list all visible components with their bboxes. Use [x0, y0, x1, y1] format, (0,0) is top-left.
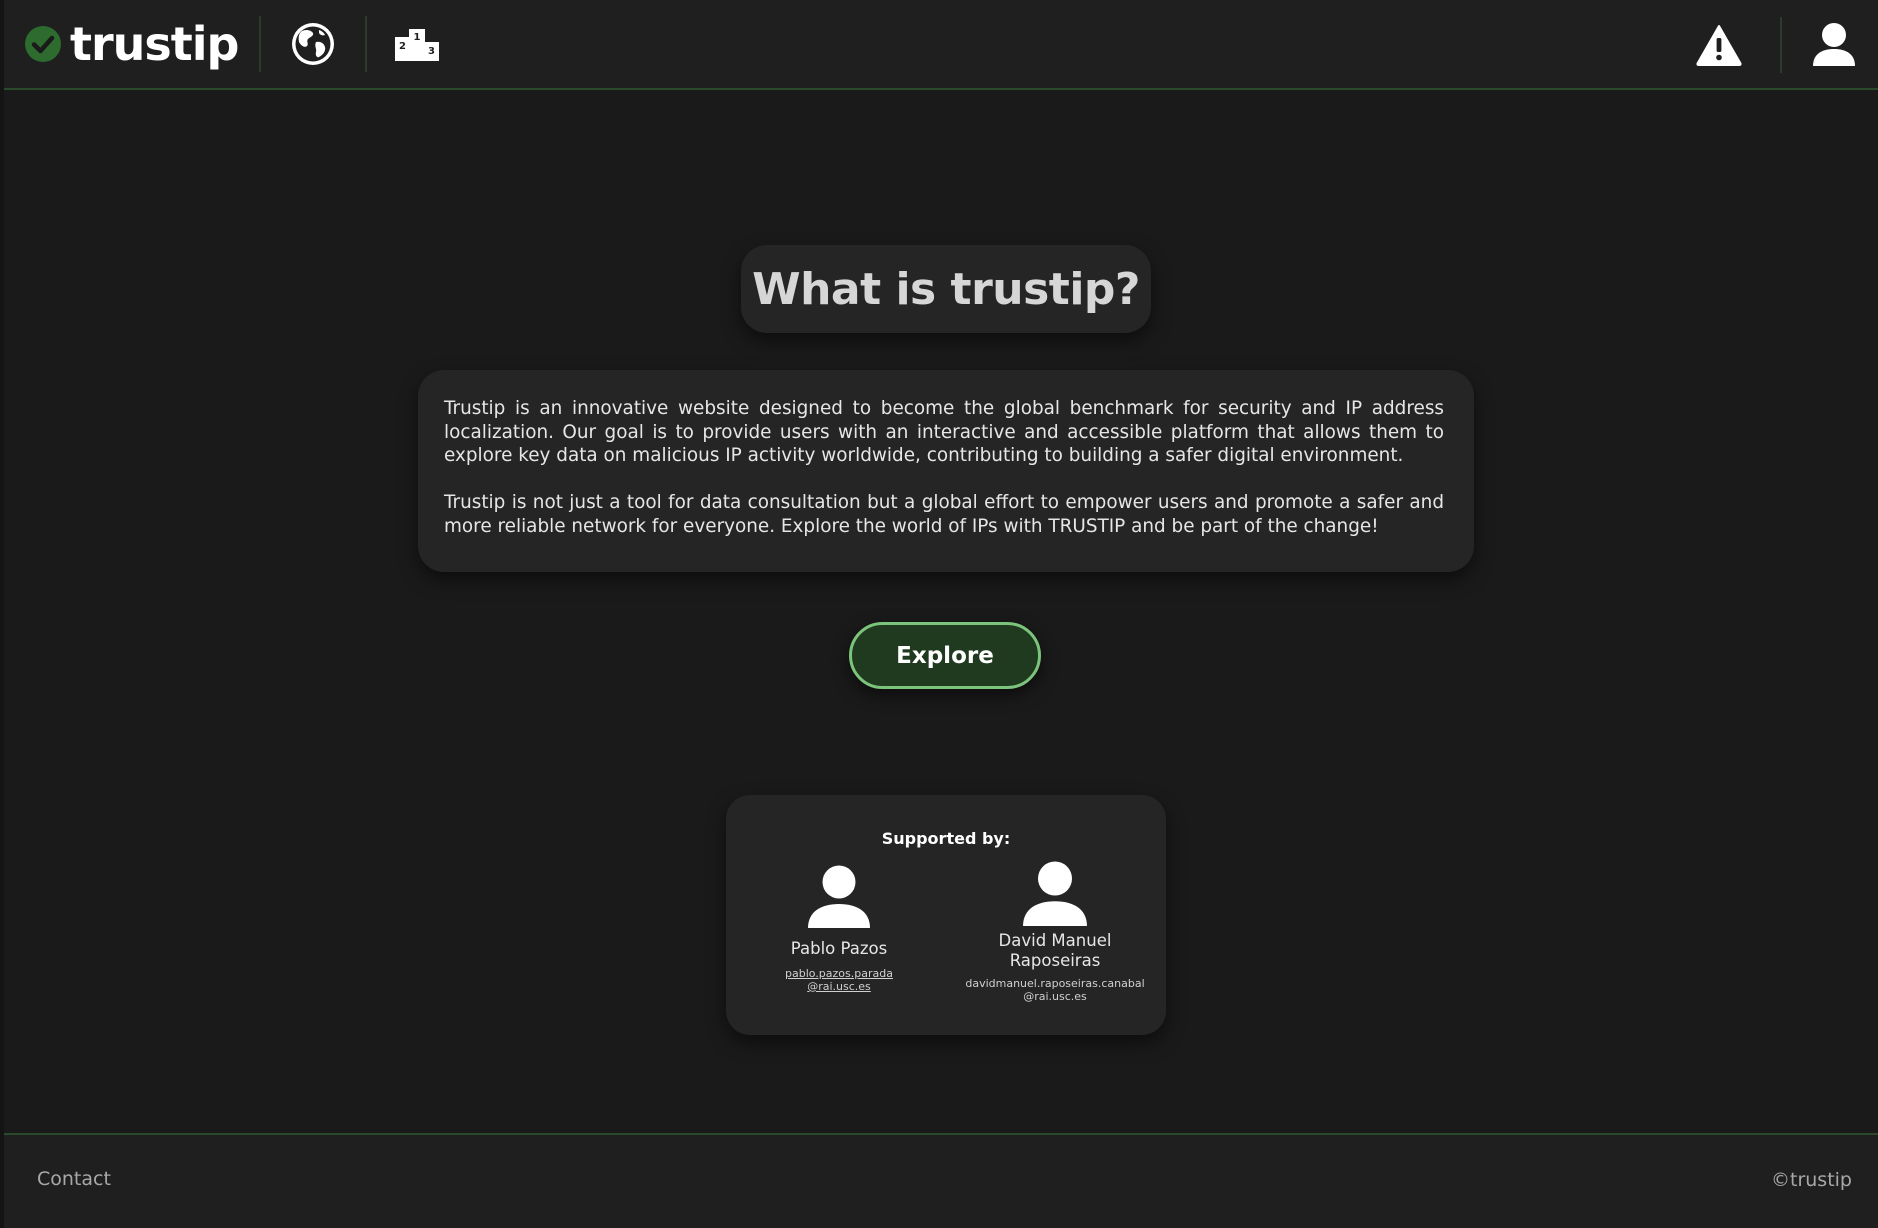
user-avatar-icon	[1023, 861, 1087, 926]
user-icon	[1813, 23, 1855, 66]
nav-divider	[1780, 17, 1782, 73]
globe-nav-button[interactable]	[289, 0, 337, 89]
ranking-nav-button[interactable]: 1 2 3	[394, 0, 439, 89]
supporter-card: David Manuel Raposeiras davidmanuel.rapo…	[964, 861, 1146, 1003]
nav-divider	[258, 16, 261, 72]
podium-icon: 1 2 3	[394, 29, 439, 61]
logo-text: trustip	[70, 17, 239, 71]
email-line: @rai.usc.es	[1023, 990, 1087, 1003]
page-title: What is trustip?	[752, 263, 1140, 315]
report-button[interactable]	[1696, 0, 1742, 90]
copyright-text: ©trustip	[1771, 1169, 1852, 1191]
description-paragraph: Trustip is not just a tool for data cons…	[444, 492, 1444, 537]
podium-rank-1: 1	[413, 32, 420, 43]
account-button[interactable]	[1812, 0, 1856, 90]
supporter-card: Pablo Pazos pablo.pazos.parada @rai.usc.…	[764, 865, 914, 993]
name-line: David Manuel	[998, 931, 1112, 950]
supporter-email: davidmanuel.raposeiras.canabal @rai.usc.…	[964, 977, 1146, 1003]
description-card: Trustip is an innovative website designe…	[418, 370, 1474, 572]
footer: Contact ©trustip	[4, 1133, 1878, 1228]
title-card: What is trustip?	[741, 245, 1151, 333]
supporter-email-link[interactable]: pablo.pazos.parada @rai.usc.es	[764, 967, 914, 993]
user-avatar-icon	[808, 865, 870, 928]
globe-icon	[291, 23, 334, 65]
contact-link[interactable]: Contact	[37, 1168, 111, 1190]
page-frame: trustip 1 2 3 What is trustip? Trustip i…	[0, 0, 1878, 1228]
supporters-card: Supported by: Pablo Pazos pablo.pazos.pa…	[726, 795, 1166, 1035]
check-circle-icon	[25, 26, 61, 62]
supporter-name: David Manuel Raposeiras	[964, 931, 1146, 971]
description-paragraph: Trustip is an innovative website designe…	[444, 398, 1444, 466]
header-actions	[1696, 0, 1878, 90]
top-navbar: trustip 1 2 3	[4, 0, 1878, 90]
nav-divider	[364, 16, 367, 72]
name-line: Raposeiras	[1009, 951, 1101, 970]
explore-button[interactable]: Explore	[849, 622, 1041, 689]
podium-rank-3: 3	[428, 46, 435, 57]
email-line: @rai.usc.es	[807, 980, 871, 993]
podium-rank-2: 2	[399, 41, 406, 52]
email-line: pablo.pazos.parada	[785, 967, 893, 980]
logo[interactable]: trustip	[24, 0, 239, 89]
supporter-name: Pablo Pazos	[790, 939, 888, 958]
email-line: davidmanuel.raposeiras.canabal	[965, 977, 1145, 990]
supporters-title: Supported by:	[881, 829, 1011, 848]
warning-icon	[1696, 25, 1742, 66]
